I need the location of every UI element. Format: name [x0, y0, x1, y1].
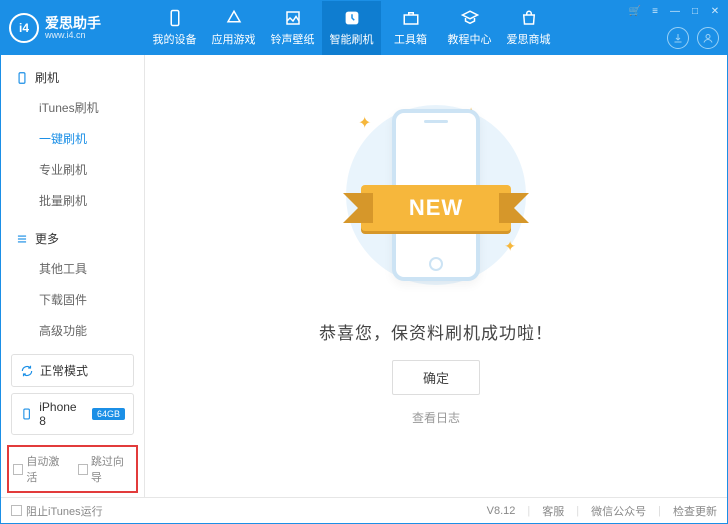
main-content: ✦✦✦ NEW 恭喜您，保资料刷机成功啦！ 确定 查看日志	[145, 55, 727, 497]
new-ribbon: NEW	[361, 185, 511, 231]
sidebar-item-download-firmware[interactable]: 下载固件	[1, 284, 144, 315]
tab-toolbox[interactable]: 工具箱	[381, 1, 440, 55]
account-button[interactable]	[697, 27, 719, 49]
checkbox-icon	[13, 464, 23, 475]
brand-subtitle: www.i4.cn	[45, 30, 101, 41]
toolbox-icon	[402, 9, 420, 27]
check-auto-activate[interactable]: 自动激活	[13, 453, 68, 485]
device-mode[interactable]: 正常模式	[11, 354, 134, 387]
storage-badge: 64GB	[92, 408, 125, 420]
top-tabs: 我的设备 应用游戏 铃声壁纸 智能刷机 工具箱 教程中心	[145, 1, 558, 55]
brand-logo-icon: i4	[9, 13, 39, 43]
checkbox-icon	[78, 464, 88, 475]
minimize-button[interactable]: —	[669, 5, 681, 17]
appstore-icon	[225, 9, 243, 27]
brand: i4 爱思助手 www.i4.cn	[1, 13, 145, 43]
status-bar: 阻止iTunes运行 V8.12 | 客服 | 微信公众号 | 检查更新	[1, 497, 727, 523]
tab-tutorial[interactable]: 教程中心	[440, 1, 499, 55]
wechat-link[interactable]: 微信公众号	[591, 503, 646, 519]
sidebar-item-other-tools[interactable]: 其他工具	[1, 253, 144, 284]
check-block-itunes[interactable]: 阻止iTunes运行	[11, 503, 103, 519]
phone-icon	[15, 71, 29, 85]
sidebar-group-flash[interactable]: 刷机	[1, 63, 144, 92]
tab-apps[interactable]: 应用游戏	[204, 1, 263, 55]
cart-icon[interactable]: 🛒	[629, 5, 641, 17]
tab-my-device[interactable]: 我的设备	[145, 1, 204, 55]
refresh-icon	[20, 364, 34, 378]
check-update-link[interactable]: 检查更新	[673, 503, 717, 519]
menu-icon[interactable]: ≡	[649, 5, 661, 17]
sidebar-item-itunes-flash[interactable]: iTunes刷机	[1, 92, 144, 123]
sidebar: 刷机 iTunes刷机 一键刷机 专业刷机 批量刷机 更多 其他工具 下载固件 …	[1, 55, 145, 497]
device-icon	[20, 407, 33, 421]
title-bar: i4 爱思助手 www.i4.cn 我的设备 应用游戏 铃声壁纸 智能刷机	[1, 1, 727, 55]
tutorial-icon	[461, 9, 479, 27]
close-button[interactable]: ✕	[709, 5, 721, 17]
sidebar-item-pro-flash[interactable]: 专业刷机	[1, 154, 144, 185]
device-name: iPhone 8	[39, 400, 84, 428]
brand-title: 爱思助手	[45, 16, 101, 30]
sidebar-group-more[interactable]: 更多	[1, 224, 144, 253]
download-button[interactable]	[667, 27, 689, 49]
flash-icon	[343, 9, 361, 27]
view-log-link[interactable]: 查看日志	[412, 409, 460, 426]
device-icon	[166, 9, 184, 27]
success-illustration: ✦✦✦ NEW	[336, 95, 536, 295]
version-label: V8.12	[487, 505, 516, 517]
support-link[interactable]: 客服	[542, 503, 564, 519]
checkbox-icon	[11, 505, 22, 516]
sidebar-item-batch-flash[interactable]: 批量刷机	[1, 185, 144, 216]
more-icon	[15, 232, 29, 246]
device-info[interactable]: iPhone 8 64GB	[11, 393, 134, 435]
success-message: 恭喜您，保资料刷机成功啦！	[319, 319, 553, 344]
wallpaper-icon	[284, 9, 302, 27]
sidebar-item-advanced[interactable]: 高级功能	[1, 315, 144, 346]
checkbox-highlight-box: 自动激活 跳过向导	[7, 445, 138, 493]
confirm-button[interactable]: 确定	[392, 360, 480, 395]
check-skip-wizard[interactable]: 跳过向导	[78, 453, 133, 485]
maximize-button[interactable]: □	[689, 5, 701, 17]
tab-shop[interactable]: 爱思商城	[499, 1, 558, 55]
shop-icon	[520, 9, 538, 27]
tab-flash[interactable]: 智能刷机	[322, 1, 381, 55]
sidebar-item-onekey-flash[interactable]: 一键刷机	[1, 123, 144, 154]
tab-ringtone[interactable]: 铃声壁纸	[263, 1, 322, 55]
